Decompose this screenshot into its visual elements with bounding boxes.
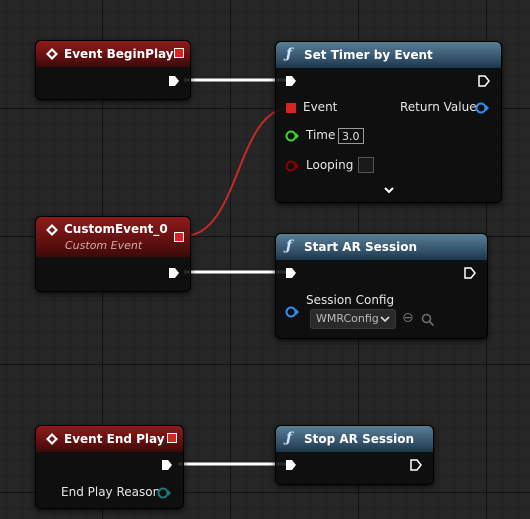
event-input-pin[interactable]	[286, 103, 296, 113]
return-value-output-pin[interactable]	[475, 102, 489, 114]
looping-input-pin[interactable]	[285, 160, 299, 172]
node-title: Set Timer by Event	[304, 48, 433, 62]
event-icon	[46, 224, 58, 236]
exec-input-pin[interactable]	[285, 75, 297, 87]
node-title: Start AR Session	[304, 240, 417, 254]
node-start-ar-session[interactable]: ƒ Start AR Session Session Config WMRCon…	[275, 233, 488, 339]
delegate-output-pin[interactable]	[174, 48, 184, 58]
node-title: Event BeginPlay	[64, 47, 174, 61]
delegate-output-pin[interactable]	[174, 232, 184, 242]
event-icon	[46, 433, 58, 445]
function-icon: ƒ	[286, 238, 293, 254]
node-header[interactable]: CustomEvent_0 Custom Event	[36, 217, 190, 257]
session-config-combo[interactable]: WMRConfig	[310, 309, 396, 329]
exec-input-pin[interactable]	[285, 267, 297, 279]
node-header[interactable]: ƒ Start AR Session	[276, 234, 487, 260]
time-value-field[interactable]: 3.0	[338, 128, 364, 144]
node-header[interactable]: Event BeginPlay	[36, 41, 190, 67]
delegate-output-pin[interactable]	[167, 433, 177, 443]
return-value-label: Return Value	[400, 100, 477, 114]
node-header[interactable]: Event End Play	[36, 426, 183, 452]
exec-output-pin[interactable]	[168, 75, 180, 87]
session-config-input-pin[interactable]	[285, 306, 299, 318]
search-icon[interactable]	[421, 313, 435, 327]
node-subtitle: Custom Event	[65, 239, 143, 252]
chevron-down-icon	[380, 316, 390, 323]
exec-output-pin[interactable]	[464, 267, 476, 279]
node-stop-ar-session[interactable]: ƒ Stop AR Session	[275, 425, 434, 485]
exec-output-pin[interactable]	[161, 459, 173, 471]
node-event-end-play[interactable]: Event End Play End Play Reason	[35, 425, 184, 509]
session-config-label: Session Config	[306, 293, 395, 307]
node-title: CustomEvent_0	[64, 222, 168, 236]
node-set-timer-by-event[interactable]: ƒ Set Timer by Event Event Return Value …	[275, 41, 502, 203]
expand-chevron-icon[interactable]	[383, 187, 395, 195]
node-title: Event End Play	[64, 432, 165, 446]
event-pin-label: Event	[303, 100, 338, 114]
exec-output-pin[interactable]	[478, 75, 490, 87]
function-icon: ƒ	[286, 430, 293, 446]
exec-output-pin[interactable]	[410, 459, 422, 471]
time-input-pin[interactable]	[285, 130, 299, 142]
node-header[interactable]: ƒ Set Timer by Event	[276, 42, 501, 68]
looping-pin-label: Looping	[306, 158, 354, 172]
event-icon	[46, 48, 58, 60]
browse-arrow-icon[interactable]: ⊖	[402, 310, 414, 326]
end-play-reason-output-pin[interactable]	[157, 487, 171, 499]
function-icon: ƒ	[286, 46, 293, 62]
config-value: WMRConfig	[316, 312, 379, 325]
looping-checkbox[interactable]	[358, 157, 374, 173]
end-play-reason-label: End Play Reason	[61, 485, 161, 499]
node-title: Stop AR Session	[304, 432, 415, 446]
time-pin-label: Time	[306, 128, 336, 142]
exec-output-pin[interactable]	[168, 267, 180, 279]
exec-input-pin[interactable]	[285, 459, 297, 471]
node-event-beginplay[interactable]: Event BeginPlay	[35, 40, 191, 100]
node-header[interactable]: ƒ Stop AR Session	[276, 426, 433, 452]
node-custom-event[interactable]: CustomEvent_0 Custom Event	[35, 216, 191, 292]
